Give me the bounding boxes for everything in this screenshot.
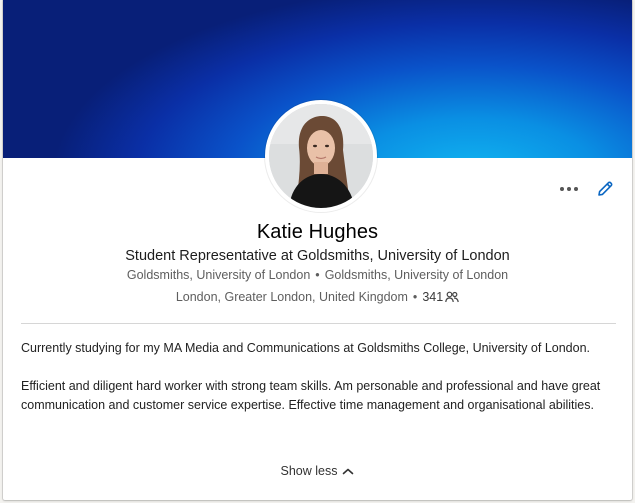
section-divider — [21, 323, 616, 324]
profile-headline: Student Representative at Goldsmiths, Un… — [125, 248, 510, 264]
profile-card: Katie Hughes Student Representative at G… — [3, 0, 632, 500]
about-section: Currently studying for my MA Media and C… — [21, 339, 619, 434]
separator-dot: • — [412, 290, 418, 304]
about-paragraph: Currently studying for my MA Media and C… — [21, 341, 591, 355]
profile-orgs-row: Goldsmiths, University of London • Goldsmi… — [3, 268, 632, 282]
connections-count: 341 — [422, 290, 444, 304]
profile-avatar[interactable] — [265, 100, 377, 212]
education-org-link[interactable]: Goldsmiths, University of London — [325, 268, 508, 282]
pencil-icon — [598, 181, 613, 196]
more-actions-button[interactable] — [558, 178, 580, 200]
people-icon — [445, 291, 459, 303]
show-less-label: Show less — [280, 464, 338, 478]
about-paragraph: Efficient and diligent hard worker with … — [21, 379, 601, 412]
profile-location-row: London, Greater London, United Kingdom • 3… — [3, 290, 632, 304]
profile-location: London, Greater London, United Kingdom — [175, 290, 408, 304]
chevron-up-icon — [343, 468, 354, 475]
edit-profile-button[interactable] — [594, 178, 616, 200]
profile-actions — [558, 178, 616, 200]
more-horizontal-icon — [560, 187, 578, 191]
avatar-photo — [269, 104, 373, 208]
separator-dot: • — [315, 268, 320, 282]
profile-name: Katie Hughes — [256, 221, 379, 243]
connections-link[interactable]: 341 — [422, 290, 459, 304]
experience-org-link[interactable]: Goldsmiths, University of London — [127, 268, 310, 282]
show-less-button[interactable]: Show less — [3, 464, 632, 478]
